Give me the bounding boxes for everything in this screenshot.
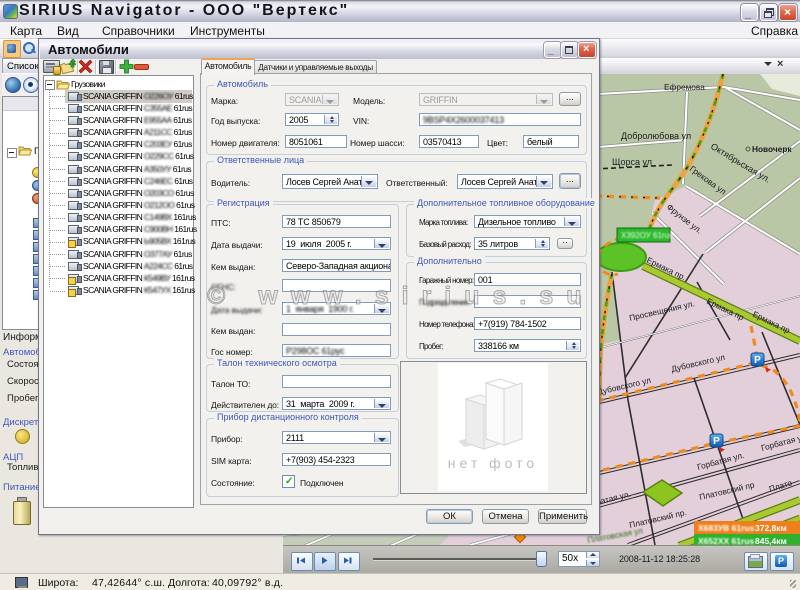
svg-text:Новочерк: Новочерк <box>752 144 792 154</box>
svg-text:845,4км: 845,4км <box>755 536 787 545</box>
svg-text:Ефремова: Ефремова <box>664 82 705 92</box>
svg-text:P: P <box>713 436 720 447</box>
svg-text:Х683УВ 61rus: Х683УВ 61rus <box>698 523 755 533</box>
svg-text:Добролюбова ул: Добролюбова ул <box>621 131 691 141</box>
svg-text:P: P <box>754 355 761 366</box>
svg-text:Х392ОУ 61rus: Х392ОУ 61rus <box>621 231 673 240</box>
svg-text:Щорса ул: Щорса ул <box>612 157 652 167</box>
svg-text:Х652ХХ 61rus: Х652ХХ 61rus <box>698 536 755 545</box>
svg-text:372,8км: 372,8км <box>755 523 787 533</box>
